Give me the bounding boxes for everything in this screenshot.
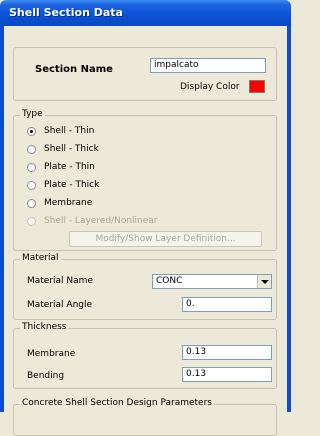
thickness-group: Thickness Membrane 0.13 Bending 0.13 [13, 322, 277, 389]
radio-label: Shell - Layered/Nonlinear [44, 216, 158, 226]
thickness-legend: Thickness [20, 322, 69, 332]
radio-plate-thin[interactable]: Plate - Thin [27, 162, 227, 175]
radio-label: Plate - Thick [44, 180, 100, 190]
material-angle-input[interactable]: 0. [182, 297, 272, 312]
radio-button[interactable] [27, 145, 36, 154]
radio-shell-thick[interactable]: Shell - Thick [27, 144, 227, 157]
modify-layer-definition-button: Modify/Show Layer Definition... [69, 231, 262, 247]
window-frame-right [287, 26, 291, 412]
section-name-input[interactable]: impalcato [150, 58, 266, 73]
type-legend: Type [20, 109, 45, 119]
radio-label: Shell - Thin [44, 126, 95, 136]
bending-thickness-input[interactable]: 0.13 [182, 367, 272, 382]
radio-shell-layered-nonlinear: Shell - Layered/Nonlinear [27, 216, 227, 229]
radio-button[interactable] [27, 181, 36, 190]
chevron-down-icon[interactable] [257, 275, 271, 288]
membrane-thickness-input[interactable]: 0.13 [182, 345, 272, 360]
section-name-label: Section Name [35, 64, 113, 75]
radio-membrane[interactable]: Membrane [27, 198, 227, 211]
title-bar: Shell Section Data [0, 0, 291, 26]
radio-button [27, 217, 36, 226]
concrete-design-legend: Concrete Shell Section Design Parameters [20, 398, 214, 408]
section-name-group: Section Name impalcato Display Color [13, 47, 277, 101]
type-group: Type Shell - Thin Shell - Thick Plate - … [13, 109, 277, 251]
material-legend: Material [20, 253, 61, 263]
radio-label: Membrane [44, 198, 93, 208]
radio-button[interactable] [27, 127, 36, 136]
radio-button[interactable] [27, 199, 36, 208]
membrane-thickness-label: Membrane [27, 349, 76, 359]
radio-button[interactable] [27, 163, 36, 172]
material-angle-label: Material Angle [27, 300, 93, 310]
material-name-value: CONC [156, 276, 183, 286]
material-group: Material Material Name CONC Material Ang… [13, 253, 277, 320]
bending-thickness-label: Bending [27, 371, 65, 381]
material-name-select[interactable]: CONC [152, 274, 272, 289]
radio-plate-thick[interactable]: Plate - Thick [27, 180, 227, 193]
window-title: Shell Section Data [9, 6, 123, 19]
radio-label: Plate - Thin [44, 162, 95, 172]
dialog-body: Section Name impalcato Display Color Typ… [4, 26, 287, 436]
display-color-label: Display Color [180, 82, 240, 92]
radio-shell-thin[interactable]: Shell - Thin [27, 126, 227, 139]
material-name-label: Material Name [27, 276, 93, 286]
display-color-swatch[interactable] [249, 80, 265, 93]
radio-label: Shell - Thick [44, 144, 99, 154]
concrete-design-group: Concrete Shell Section Design Parameters [13, 398, 277, 436]
